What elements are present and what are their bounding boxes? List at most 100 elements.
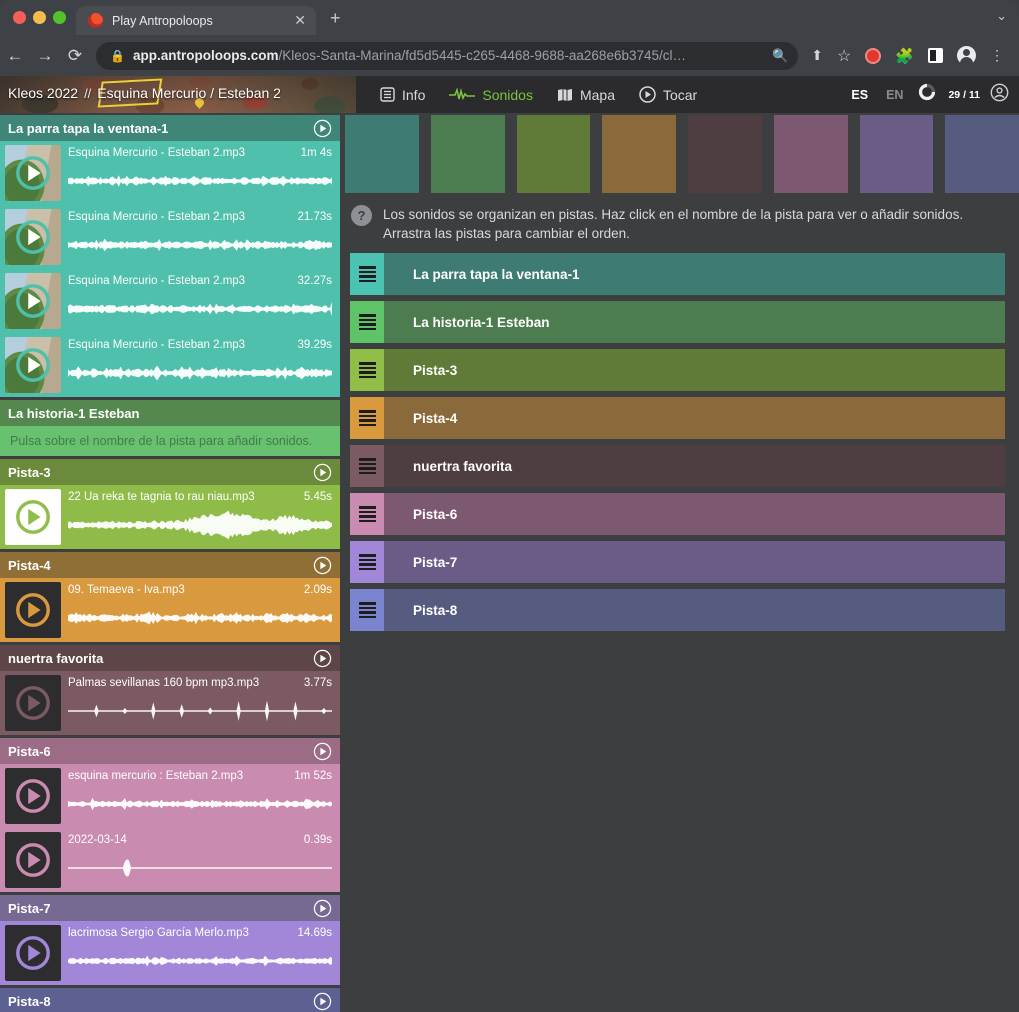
tab-close-icon[interactable]: ✕ [294,12,306,29]
track-section-header[interactable]: Pista-7 [0,895,340,921]
audio-clip: Esquina Mercurio - Esteban 2.mp321.73s [0,205,340,269]
track-section-header[interactable]: La historia-1 Esteban [0,400,340,426]
share-icon[interactable]: ⬆ [811,47,823,64]
play-track-button[interactable] [313,556,332,575]
lang-en-button[interactable]: EN [886,88,903,102]
track-section: La parra tapa la ventana-1Esquina Mercur… [0,115,340,397]
clip-play-button[interactable] [5,582,61,638]
clip-play-button[interactable] [5,675,61,731]
clip-play-button[interactable] [5,925,61,981]
waveform [68,602,332,634]
profile-avatar-icon[interactable] [957,46,976,65]
track-row-body[interactable]: Pista-4 [384,397,1005,439]
window-close-button[interactable] [13,11,26,24]
forward-icon[interactable]: → [30,46,60,66]
clip-play-button[interactable] [5,489,61,545]
track-section-header[interactable]: La parra tapa la ventana-1 [0,115,340,141]
tracks-sidebar: La parra tapa la ventana-1Esquina Mercur… [0,115,340,1012]
track-section-header[interactable]: Pista-4 [0,552,340,578]
url-bar[interactable]: 🔒 app.antropoloops.com/Kleos-Santa-Marin… [96,42,798,70]
play-track-button[interactable] [313,649,332,668]
tab-mapa-label: Mapa [580,87,615,103]
track-section-header[interactable]: Pista-8 [0,988,340,1012]
play-track-button[interactable] [313,463,332,482]
drag-handle-icon[interactable] [350,253,384,295]
track-row[interactable]: Pista-6 [350,493,1005,535]
track-row[interactable]: Pista-7 [350,541,1005,583]
tab-sonidos[interactable]: Sonidos [449,87,533,103]
tab-tocar[interactable]: Tocar [639,86,697,103]
track-row-name: nuertra favorita [413,459,512,474]
track-row[interactable]: Pista-8 [350,589,1005,631]
clip-play-button[interactable] [5,832,61,888]
track-row-name: La parra tapa la ventana-1 [413,267,580,282]
clip-play-button[interactable] [5,209,61,265]
clip-filename: Palmas sevillanas 160 bpm mp3.mp3 [68,677,270,689]
waveform [68,945,332,977]
track-section-header[interactable]: Pista-3 [0,459,340,485]
clip-play-button[interactable] [5,273,61,329]
track-row-body[interactable]: Pista-3 [384,349,1005,391]
info-list-icon [380,87,395,102]
clip-duration: 5.45s [304,491,332,503]
tab-title: Play Antropoloops [112,14,294,28]
track-row[interactable]: Pista-4 [350,397,1005,439]
track-row-body[interactable]: La parra tapa la ventana-1 [384,253,1005,295]
track-row-body[interactable]: Pista-7 [384,541,1005,583]
play-track-button[interactable] [313,899,332,918]
clip-play-button[interactable] [5,768,61,824]
track-row[interactable]: La historia-1 Esteban [350,301,1005,343]
drag-handle-icon[interactable] [350,397,384,439]
help-question-icon: ? [351,205,372,226]
url-domain: app.antropoloops.com [133,48,279,63]
track-section-header[interactable]: Pista-6 [0,738,340,764]
drag-handle-icon[interactable] [350,493,384,535]
audio-clip: 2022-03-140.39s [0,828,340,892]
track-color-swatch [774,115,848,193]
back-icon[interactable]: ← [0,46,30,66]
track-row[interactable]: Pista-3 [350,349,1005,391]
reload-icon[interactable]: ⟳ [60,46,90,66]
window-zoom-button[interactable] [53,11,66,24]
zoom-indicator-icon[interactable]: 🔍 [772,48,788,64]
drag-handle-icon[interactable] [350,541,384,583]
browser-tab[interactable]: Play Antropoloops ✕ [76,6,316,35]
track-section-header[interactable]: nuertra favorita [0,645,340,671]
track-row-body[interactable]: Pista-6 [384,493,1005,535]
browser-menu-icon[interactable]: ⋮ [990,47,1004,64]
drag-handle-icon[interactable] [350,349,384,391]
tab-search-icon[interactable]: ⌄ [996,8,1007,24]
clip-play-button[interactable] [5,337,61,393]
track-row-body[interactable]: La historia-1 Esteban [384,301,1005,343]
drag-handle-icon[interactable] [350,589,384,631]
clip-filename: 09. Temaeva - Iva.mp3 [68,584,270,596]
track-row[interactable]: nuertra favorita [350,445,1005,487]
bookmark-star-icon[interactable]: ☆ [837,46,851,66]
track-color-swatch [688,115,762,193]
lang-es-button[interactable]: ES [851,88,868,102]
window-minimize-button[interactable] [33,11,46,24]
track-row[interactable]: La parra tapa la ventana-1 [350,253,1005,295]
play-track-button[interactable] [313,119,332,138]
new-tab-button[interactable]: + [330,9,341,27]
drag-handle-icon[interactable] [350,301,384,343]
url-path: /Kleos-Santa-Marina/fd5d5445-c265-4468-9… [278,48,686,63]
play-track-button[interactable] [313,992,332,1011]
drag-handle-icon[interactable] [350,445,384,487]
breadcrumb-project[interactable]: Kleos 2022 [8,85,78,101]
sidebar-extension-icon[interactable] [928,48,943,63]
play-track-button[interactable] [313,742,332,761]
audio-clip: Esquina Mercurio - Esteban 2.mp31m 4s [0,141,340,205]
track-row-body[interactable]: nuertra favorita [384,445,1005,487]
account-icon[interactable] [990,83,1009,107]
waveform [68,293,332,325]
play-circle-icon [639,86,656,103]
record-extension-icon[interactable] [865,48,881,64]
clip-duration: 14.69s [297,927,332,939]
track-row-name: La historia-1 Esteban [413,315,550,330]
track-row-body[interactable]: Pista-8 [384,589,1005,631]
tab-mapa[interactable]: Mapa [557,87,615,103]
tab-info[interactable]: Info [380,87,425,103]
extensions-puzzle-icon[interactable]: 🧩 [895,47,914,65]
clip-play-button[interactable] [5,145,61,201]
